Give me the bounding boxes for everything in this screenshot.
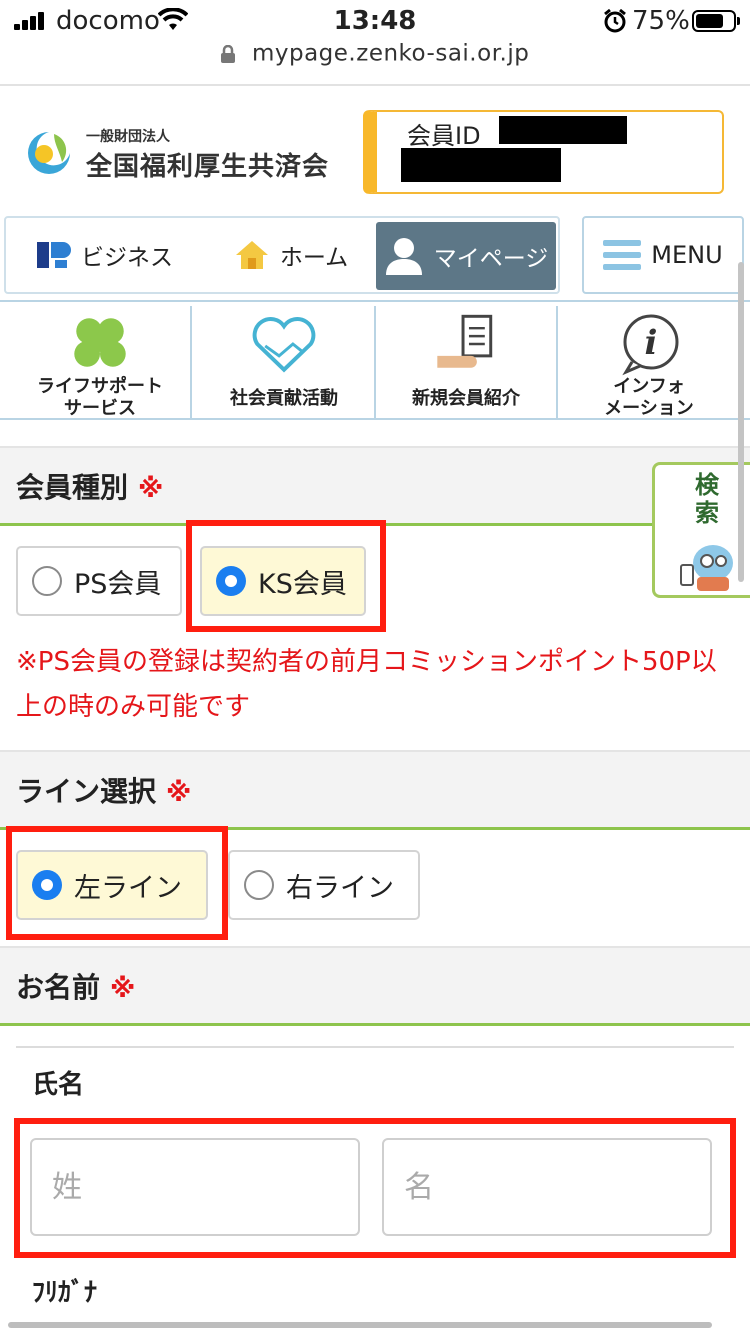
floating-search-button[interactable]: 検索 <box>652 462 750 598</box>
redacted-member-id <box>499 116 627 144</box>
service-life-support[interactable]: ライフサポート サービス <box>10 306 192 419</box>
logo-title: 全国福利厚生共済会 <box>86 152 330 182</box>
service-information-label: インフォ メーション <box>604 376 694 419</box>
nav-mypage-label: マイページ <box>433 246 549 272</box>
floating-search-label: 検索 <box>695 471 719 527</box>
lock-icon <box>220 44 235 63</box>
divider <box>0 84 750 86</box>
service-life-support-label: ライフサポート サービス <box>37 376 163 419</box>
menu-button-label: MENU <box>651 241 723 269</box>
member-id-box: 会員ID <box>363 110 724 194</box>
radio-ps-member-label: PS会員 <box>74 568 162 600</box>
bottom-scroll-indicator <box>8 1322 712 1328</box>
radio-ps-member[interactable]: PS会員 <box>16 546 182 616</box>
member-id-label: 会員ID <box>407 122 481 150</box>
nav-home[interactable]: ホーム <box>206 218 376 292</box>
service-referral-label: 新規会員紹介 <box>412 388 520 409</box>
alarm-icon <box>604 8 626 33</box>
business-icon <box>37 242 71 268</box>
service-social-contribution[interactable]: 社会貢献活動 <box>194 306 376 418</box>
service-nav: ライフサポート サービス 社会貢献活動 新規会員紹介 i インフォ メーション <box>0 300 750 420</box>
required-mark: ※ <box>166 778 192 808</box>
site-logo[interactable]: 一般財団法人 全国福利厚生共済会 <box>24 126 344 186</box>
divider <box>16 1046 734 1048</box>
name-title: お名前 <box>16 971 101 1004</box>
scrollbar[interactable] <box>738 262 744 582</box>
url-bar[interactable]: mypage.zenko-sai.or.jp <box>0 40 750 84</box>
member-type-title: 会員種別 <box>16 471 129 504</box>
user-icon <box>385 238 422 275</box>
service-social-contribution-label: 社会貢献活動 <box>230 388 338 409</box>
nav-business[interactable]: ビジネス <box>20 218 190 292</box>
service-referral[interactable]: 新規会員紹介 <box>376 306 558 418</box>
radio-indicator <box>244 870 274 900</box>
svg-text:i: i <box>645 323 658 363</box>
main-nav: ビジネス ホーム マイページ <box>4 216 560 294</box>
battery-percent: 75% <box>632 6 690 36</box>
radio-right-line[interactable]: 右ライン <box>228 850 420 920</box>
required-mark: ※ <box>110 974 136 1004</box>
section-name: お名前 ※ <box>0 946 750 1026</box>
menu-button[interactable]: MENU <box>582 216 744 294</box>
service-information[interactable]: i インフォ メーション <box>558 306 740 419</box>
mascot-icon <box>680 545 733 591</box>
info-bubble-icon: i <box>622 314 679 376</box>
logo-subtitle: 一般財団法人 <box>86 129 170 145</box>
hamburger-icon <box>603 240 642 270</box>
url-text: mypage.zenko-sai.or.jp <box>251 40 530 67</box>
full-name-label: 氏名 <box>32 1070 85 1100</box>
ps-member-notice: ※PS会員の登録は契約者の前月コミッションポイント50P以上の時のみ可能です <box>16 647 717 722</box>
furigana-label: ﾌﾘｶﾞﾅ <box>32 1278 98 1308</box>
highlight-frame <box>186 520 386 632</box>
radio-indicator <box>32 566 62 596</box>
section-line-select: ライン選択 ※ <box>0 750 750 830</box>
highlight-frame <box>14 1118 736 1258</box>
status-bar: docomo 13:48 75% <box>0 0 750 44</box>
section-member-type: 会員種別 ※ <box>0 446 750 526</box>
home-icon <box>235 241 268 269</box>
nav-business-label: ビジネス <box>81 245 173 271</box>
nav-mypage[interactable]: マイページ <box>376 222 556 290</box>
nav-home-label: ホーム <box>279 245 349 271</box>
redacted-member-name <box>401 148 561 182</box>
highlight-frame <box>6 826 228 940</box>
clover-icon <box>74 318 126 367</box>
handshake-heart-icon <box>252 317 316 373</box>
battery-icon <box>692 10 740 32</box>
required-mark: ※ <box>138 474 164 504</box>
logo-emblem-icon <box>28 132 70 174</box>
radio-right-line-label: 右ライン <box>286 872 394 904</box>
document-hand-icon <box>437 314 493 368</box>
line-select-title: ライン選択 <box>16 775 157 808</box>
